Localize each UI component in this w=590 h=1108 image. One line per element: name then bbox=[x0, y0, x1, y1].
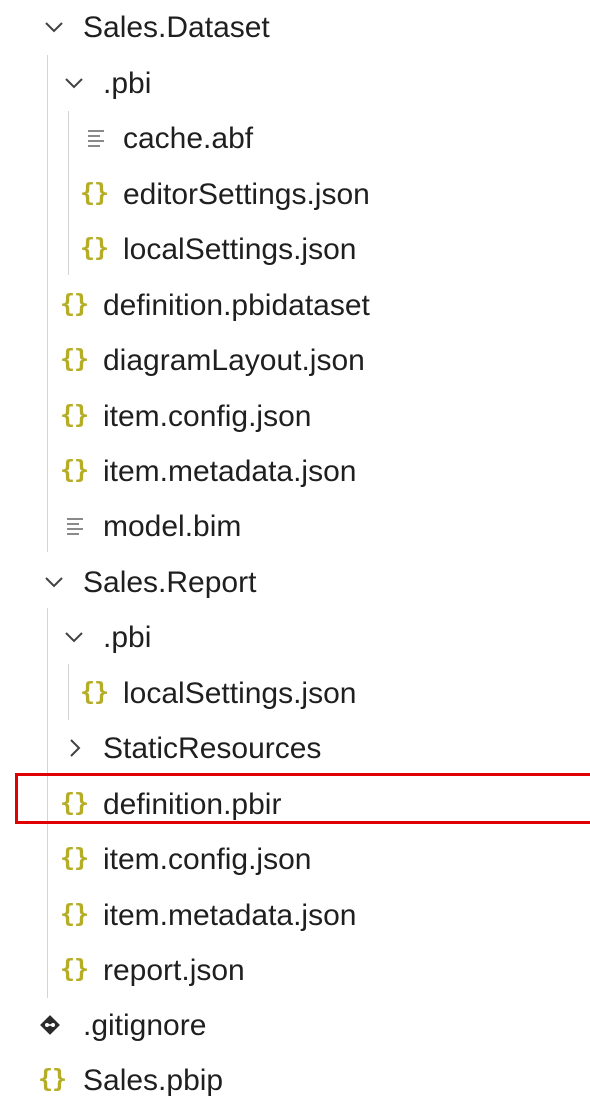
json-braces-icon: {} bbox=[60, 954, 89, 983]
git-icon bbox=[38, 998, 72, 1053]
tree-item-label: editorSettings.json bbox=[123, 178, 370, 211]
file-explorer-tree: Sales.Dataset .pbi cache.abf {} editorSe… bbox=[0, 0, 590, 1108]
tree-file-item-config-json[interactable]: {} item.config.json bbox=[0, 832, 590, 887]
tree-item-label: .gitignore bbox=[83, 1009, 207, 1042]
tree-item-label: localSettings.json bbox=[123, 677, 357, 710]
tree-file-model-bim[interactable]: model.bim bbox=[0, 499, 590, 554]
tree-file-report-json[interactable]: {} report.json bbox=[0, 943, 590, 998]
tree-file-local-settings-json[interactable]: {} localSettings.json bbox=[0, 666, 590, 721]
tree-file-editor-settings-json[interactable]: {} editorSettings.json bbox=[0, 167, 590, 222]
chevron-down-icon[interactable] bbox=[44, 0, 66, 55]
tree-item-label: item.metadata.json bbox=[103, 899, 357, 932]
tree-file-sales-pbip[interactable]: {} Sales.pbip bbox=[0, 1053, 590, 1108]
json-braces-icon: {} bbox=[80, 233, 109, 262]
tree-item-label: Sales.Report bbox=[83, 566, 257, 599]
tree-item-label: report.json bbox=[103, 954, 245, 987]
tree-item-label: .pbi bbox=[103, 67, 152, 100]
highlight-box bbox=[15, 773, 590, 824]
tree-item-label: item.metadata.json bbox=[103, 455, 357, 488]
json-braces-icon: {} bbox=[60, 289, 89, 318]
tree-folder-sales-report[interactable]: Sales.Report bbox=[0, 555, 590, 610]
tree-folder-static-resources[interactable]: StaticResources bbox=[0, 721, 590, 776]
tree-item-label: model.bim bbox=[103, 510, 242, 543]
chevron-right-icon[interactable] bbox=[66, 721, 88, 776]
tree-file-gitignore[interactable]: .gitignore bbox=[0, 998, 590, 1053]
tree-item-label: StaticResources bbox=[103, 732, 322, 765]
tree-file-diagram-layout-json[interactable]: {} diagramLayout.json bbox=[0, 333, 590, 388]
tree-file-item-metadata-json[interactable]: {} item.metadata.json bbox=[0, 444, 590, 499]
json-braces-icon: {} bbox=[80, 178, 109, 207]
tree-item-label: localSettings.json bbox=[123, 233, 357, 266]
tree-file-cache-abf[interactable]: cache.abf bbox=[0, 111, 590, 166]
tree-file-item-config-json[interactable]: {} item.config.json bbox=[0, 389, 590, 444]
json-braces-icon: {} bbox=[60, 843, 89, 872]
chevron-down-icon[interactable] bbox=[64, 56, 86, 111]
tree-item-label: .pbi bbox=[103, 621, 152, 654]
tree-folder-sales-dataset[interactable]: Sales.Dataset bbox=[0, 0, 590, 55]
chevron-down-icon[interactable] bbox=[44, 555, 66, 610]
json-braces-icon: {} bbox=[60, 344, 89, 373]
tree-file-local-settings-json[interactable]: {} localSettings.json bbox=[0, 222, 590, 277]
lines-icon bbox=[87, 111, 121, 166]
json-braces-icon: {} bbox=[60, 455, 89, 484]
lines-icon bbox=[66, 499, 100, 554]
tree-item-label: diagramLayout.json bbox=[103, 344, 365, 377]
tree-item-label: Sales.pbip bbox=[83, 1064, 224, 1097]
chevron-down-icon[interactable] bbox=[64, 610, 86, 665]
json-braces-icon: {} bbox=[60, 899, 89, 928]
tree-item-label: definition.pbidataset bbox=[103, 289, 370, 322]
tree-item-label: cache.abf bbox=[123, 122, 254, 155]
tree-item-label: Sales.Dataset bbox=[83, 11, 270, 44]
json-braces-icon: {} bbox=[38, 1064, 67, 1093]
json-braces-icon: {} bbox=[80, 677, 109, 706]
tree-folder-pbi[interactable]: .pbi bbox=[0, 56, 590, 111]
tree-item-label: item.config.json bbox=[103, 843, 312, 876]
tree-item-label: item.config.json bbox=[103, 400, 312, 433]
tree-folder-pbi[interactable]: .pbi bbox=[0, 610, 590, 665]
tree-file-definition-pbidataset[interactable]: {} definition.pbidataset bbox=[0, 278, 590, 333]
json-braces-icon: {} bbox=[60, 400, 89, 429]
tree-file-item-metadata-json[interactable]: {} item.metadata.json bbox=[0, 888, 590, 943]
